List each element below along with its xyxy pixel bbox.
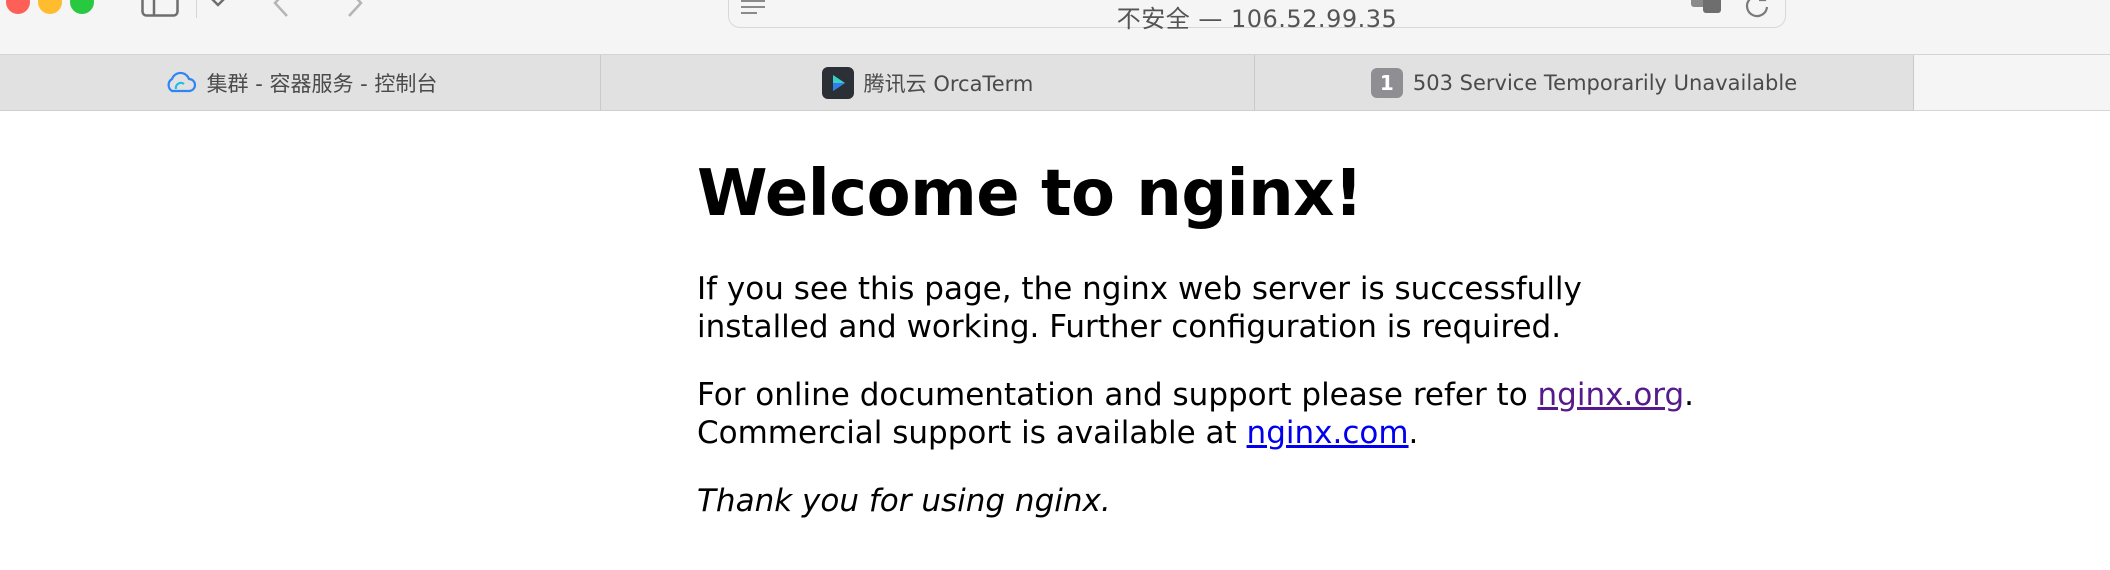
support-text-period: .: [1684, 376, 1695, 413]
tab-503-unavailable[interactable]: 1 503 Service Temporarily Unavailable: [1255, 55, 1914, 111]
tab-orcaterm[interactable]: 腾讯云 OrcaTerm: [601, 55, 1255, 111]
nginx-org-link[interactable]: nginx.org: [1538, 377, 1685, 413]
minimize-window-button[interactable]: [38, 0, 62, 14]
chevron-left-icon: [273, 0, 288, 17]
browser-toolbar: 不安全 — 106.52.99.35: [0, 0, 2110, 54]
tab-label: 集群 - 容器服务 - 控制台: [206, 71, 438, 96]
tab-label: 503 Service Temporarily Unavailable: [1412, 70, 1798, 95]
back-button[interactable]: [266, 0, 296, 18]
thanks-text: Thank you for using nginx.: [697, 482, 1111, 519]
page-content: Welcome to nginx! If you see this page, …: [697, 110, 1697, 520]
page-title: Welcome to nginx!: [697, 157, 1363, 231]
nginx-com-link[interactable]: nginx.com: [1247, 415, 1409, 451]
orcaterm-icon: [821, 66, 854, 99]
badge-icon: 1: [1370, 67, 1403, 98]
address-bar[interactable]: 不安全 — 106.52.99.35: [728, 0, 1786, 33]
chevron-down-icon: [211, 0, 225, 7]
commercial-text: Commercial support is available at: [697, 414, 1247, 451]
tab-group-menu-button[interactable]: [206, 0, 230, 18]
tab-cluster-console[interactable]: 集群 - 容器服务 - 控制台: [0, 55, 601, 111]
support-text: For online documentation and support ple…: [697, 376, 1538, 413]
tab-bar: 集群 - 容器服务 - 控制台 腾讯云 OrcaTerm 1 503 Servi…: [0, 54, 2110, 111]
zoom-window-button[interactable]: [70, 0, 94, 14]
intro-paragraph: If you see this page, the nginx web serv…: [697, 270, 1582, 345]
tab-bar-empty-area: [1914, 55, 2110, 111]
address-text: 不安全 — 106.52.99.35: [1116, 5, 1398, 33]
support-paragraph: For online documentation and support ple…: [697, 376, 1697, 452]
close-window-button[interactable]: [6, 0, 30, 14]
chevron-right-icon: [348, 0, 363, 17]
sidebar-toggle-button[interactable]: [140, 0, 180, 18]
thanks-paragraph: Thank you for using nginx.: [697, 482, 1697, 520]
translate-icon[interactable]: [1689, 0, 1723, 15]
tab-label: 腾讯云 OrcaTerm: [863, 71, 1034, 96]
sidebar-icon: [141, 0, 179, 17]
commercial-text-period: .: [1408, 414, 1419, 451]
reload-icon[interactable]: [1743, 0, 1771, 19]
toolbar-divider: [196, 0, 197, 18]
forward-button[interactable]: [340, 0, 370, 18]
cloud-icon: [163, 71, 197, 95]
